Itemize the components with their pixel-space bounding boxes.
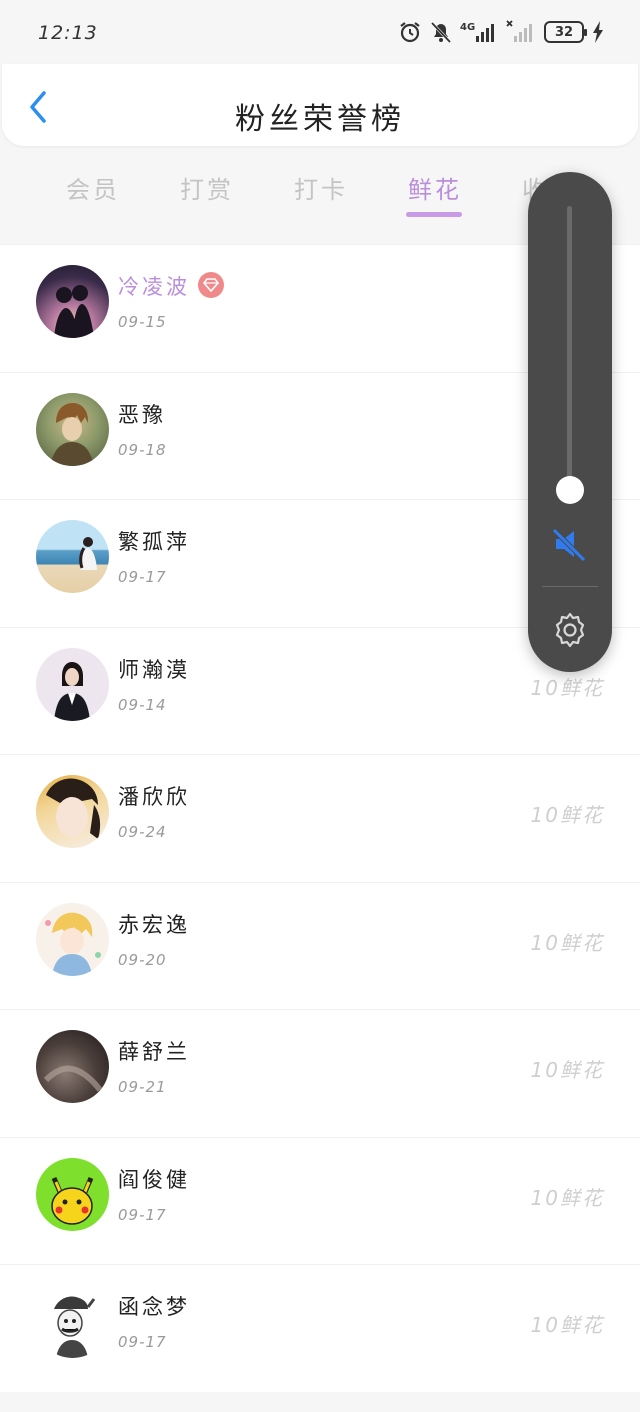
page-title: 粉丝荣誉榜 [235,102,405,137]
gear-icon [555,612,585,648]
sound-settings-button[interactable] [550,610,590,650]
list-item[interactable]: 阎俊健 09-17 10鲜花 [0,1136,640,1264]
fan-date: 09-20 [118,950,167,969]
avatar [36,1157,109,1231]
fan-name: 冷凌波 [118,275,190,299]
fan-name: 薛舒兰 [118,1040,190,1064]
volume-slider-track[interactable] [567,206,572,492]
list-item[interactable]: 薛舒兰 09-21 10鲜花 [0,1009,640,1137]
fan-date: 09-24 [118,823,167,841]
active-tab-indicator [406,212,462,217]
volume-slider-thumb[interactable] [556,476,584,504]
avatar [36,392,109,466]
list-item[interactable]: 赤宏逸 09-20 10鲜花 [0,881,640,1009]
flower-count: 10鲜花 [530,1058,604,1082]
tab-flowers[interactable]: 鲜花 [408,170,462,205]
alarm-icon [398,20,422,44]
avatar [36,1285,109,1358]
status-icons: 4G 32 [398,18,604,46]
fan-date: 09-17 [118,568,167,586]
volume-panel [528,172,612,672]
status-bar: 12:13 4G 32 [0,0,640,64]
flower-count: 10鲜花 [530,675,604,700]
tab-member[interactable]: 会员 [66,170,120,205]
signal-4g-icon: 4G [460,20,498,44]
avatar [36,775,109,848]
fan-date: 09-21 [118,1078,167,1096]
volume-divider [542,586,598,587]
avatar [36,647,109,721]
fan-name: 赤宏逸 [118,912,190,937]
battery-icon: 32 [544,21,587,43]
svg-text:4G: 4G [460,22,475,33]
tab-checkin[interactable]: 打卡 [294,170,348,205]
tab-tip[interactable]: 打赏 [180,170,234,205]
fan-name: 繁孤萍 [118,530,190,554]
fan-date: 09-17 [118,1333,167,1351]
fan-name: 阎俊健 [118,1167,190,1192]
list-item[interactable]: 潘欣欣 09-24 10鲜花 [0,754,640,882]
fan-date: 09-18 [118,440,167,459]
mute-toggle-button[interactable] [550,524,590,564]
fan-name: 潘欣欣 [118,785,190,809]
flower-count: 10鲜花 [530,1185,604,1210]
flower-count: 10鲜花 [530,1313,604,1337]
status-time: 12:13 [38,22,98,44]
fan-date: 09-17 [118,1205,167,1224]
fan-name: 师瀚漠 [118,657,190,682]
charging-icon [592,21,604,43]
signal-2-icon [506,20,536,44]
avatar [36,520,109,593]
avatar [36,265,109,338]
app-header: 粉丝荣誉榜 [2,64,638,146]
mute-bell-icon [430,20,452,44]
avatar [36,1030,109,1103]
fan-name: 恶豫 [118,402,166,427]
fan-date: 09-14 [118,695,167,714]
fan-name: 函念梦 [118,1295,190,1319]
speaker-muted-icon [552,528,586,562]
fan-date: 09-15 [118,313,167,331]
flower-count: 10鲜花 [530,803,604,827]
flower-count: 10鲜花 [530,930,604,955]
list-item[interactable]: 函念梦 09-17 10鲜花 [0,1264,640,1392]
diamond-icon [198,272,224,298]
avatar [36,902,109,976]
